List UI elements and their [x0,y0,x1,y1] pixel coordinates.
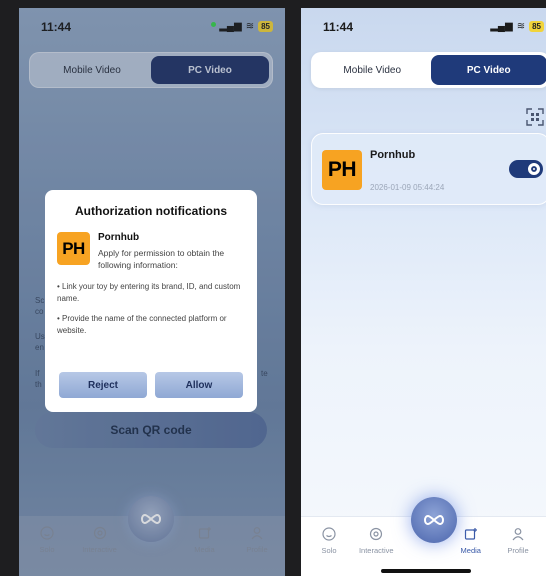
bottom-tab-bar: Solo Interactive Media Profile [301,497,546,576]
stage: 11:44 ▂▄▆ ≋ 85 Mobile Video PC Video Sc … [0,0,546,576]
app-description: Apply for permission to obtain the follo… [98,248,225,270]
tab-profile[interactable]: Profile [496,517,540,576]
authorization-dialog: Authorization notifications PH Pornhub A… [45,190,257,412]
tab-interactive-label: Interactive [358,546,394,555]
reject-button[interactable]: Reject [59,372,147,398]
platform-name: Pornhub [370,149,416,161]
platform-toggle[interactable] [509,160,543,178]
signal-icon: ▂▄▆ [490,21,513,32]
toggle-knob [528,163,540,175]
status-bar: 11:44 ▂▄▆ ≋ 85 [301,18,546,38]
center-lovense-button[interactable] [411,497,457,543]
battery-icon: 85 [529,21,544,32]
phone-right-screen: 11:44 ▂▄▆ ≋ 85 Mobile Video PC Video PH … [301,8,546,576]
wifi-icon: ≋ [516,21,526,32]
tab-media-label: Media [460,546,481,555]
smiley-icon [322,527,336,541]
home-indicator [381,569,471,573]
status-time: 11:44 [323,20,354,34]
allow-button[interactable]: Allow [155,372,243,398]
connected-platform-card: PH Pornhub 2026-01-09 05:44:24 [311,133,546,205]
permission-item: • Provide the name of the connected plat… [57,314,227,335]
tab-profile-label: Profile [507,546,529,555]
tab-pc-video[interactable]: PC Video [430,55,546,85]
phone-left-screen: 11:44 ▂▄▆ ≋ 85 Mobile Video PC Video Sc … [19,8,285,576]
dialog-actions: Reject Allow [59,372,243,398]
app-logo: PH [57,232,90,265]
permission-item: • Link your toy by entering its brand, I… [57,282,241,303]
tab-solo-label: Solo [321,546,337,555]
platform-logo: PH [322,150,362,190]
dialog-title: Authorization notifications [75,204,227,218]
status-icons: ▂▄▆ ≋ 85 [490,21,544,32]
media-icon [464,528,477,540]
app-info: PH Pornhub Apply for permission to obtai… [57,232,245,271]
profile-icon [512,528,524,541]
video-mode-switch: Mobile Video PC Video [311,52,546,88]
qr-scan-icon[interactable] [526,108,544,126]
app-name: Pornhub [98,232,140,243]
tab-interactive[interactable]: Interactive [354,517,398,576]
tab-solo[interactable]: Solo [307,517,351,576]
infinity-icon [424,514,444,526]
interactive-icon [370,527,383,541]
tab-mobile-video[interactable]: Mobile Video [314,55,431,85]
connection-timestamp: 2026-01-09 05:44:24 [370,183,445,192]
